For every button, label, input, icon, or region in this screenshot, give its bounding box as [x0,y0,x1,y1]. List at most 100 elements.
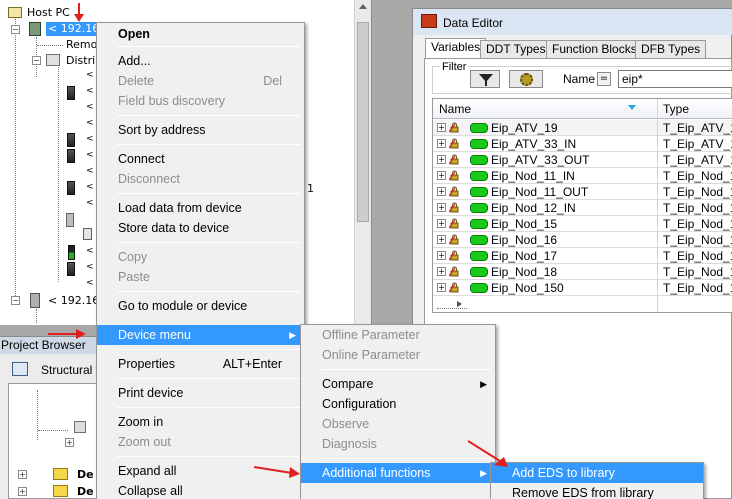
table-row[interactable]: + Eip_ATV_33_IN T_Eip_ATV_1 [433,136,732,152]
device-menu-item-compare[interactable]: Compare ▶ [301,374,495,394]
menu-item-collapse-all[interactable]: Collapse all [97,481,304,499]
expand-row-icon[interactable]: + [437,187,446,196]
expand-row-icon[interactable]: + [437,203,446,212]
additional-item-remove-eds-from-library[interactable]: Remove EDS from library [491,483,703,499]
structural-view-label[interactable]: Structural v [41,363,102,377]
collapse-node-2-icon[interactable]: − [11,296,20,305]
device-menu-item-observe[interactable]: Observe [301,414,495,434]
variable-name[interactable]: Eip_Nod_17 [491,249,557,263]
expand-folder-1-icon[interactable]: + [18,470,27,479]
menu-item-paste[interactable]: Paste [97,267,304,287]
filter-funnel-button[interactable] [470,70,500,88]
variable-name[interactable]: Eip_Nod_12_IN [491,201,576,215]
menu-item-field-bus-discovery[interactable]: Field bus discovery [97,91,304,111]
variable-type[interactable]: T_Eip_Nod_16 [663,233,732,247]
topology-scrollbar[interactable] [354,0,371,325]
table-row[interactable]: + Eip_ATV_33_OUT T_Eip_ATV_1 [433,152,732,168]
menu-item-store-data-to-device[interactable]: Store data to device [97,218,304,238]
plc-node-2-label[interactable]: < 192.16 [48,294,99,308]
expand-row-icon[interactable]: + [437,155,446,164]
expand-row-icon[interactable]: + [437,283,446,292]
table-row[interactable]: + Eip_Nod_16 T_Eip_Nod_16 [433,232,732,248]
variable-type[interactable]: T_Eip_ATV_19 [663,121,732,135]
expand-row-icon[interactable]: + [437,235,446,244]
variable-type[interactable]: T_Eip_Nod_1 [663,169,732,183]
variable-name[interactable]: Eip_Nod_15 [491,217,557,231]
menu-item-print-device[interactable]: Print device [97,383,304,403]
menu-item-delete[interactable]: Delete Del [97,71,304,91]
tab-function-blocks[interactable]: Function Blocks [546,40,643,58]
variable-name[interactable]: Eip_Nod_11_IN [491,169,575,183]
table-row[interactable]: + Eip_ATV_19 T_Eip_ATV_19 [433,120,732,136]
device-menu-item-configuration-label: Configuration [322,397,397,411]
expand-row-icon[interactable]: + [437,171,446,180]
variable-type[interactable]: T_Eip_Nod_18 [663,265,732,279]
menu-item-open[interactable]: Open [97,24,304,44]
device-menu-item-configuration[interactable]: Configuration [301,394,495,414]
menu-item-properties[interactable]: Properties ALT+Enter [97,354,304,374]
menu-item-copy[interactable]: Copy [97,247,304,267]
expand-row-icon[interactable]: + [437,139,446,148]
name-filter-input[interactable]: eip* [618,70,732,88]
menu-item-device-menu[interactable]: Device menu ▶ [97,325,304,345]
menu-item-disconnect[interactable]: Disconnect [97,169,304,189]
variable-type[interactable]: T_Eip_ATV_1 [663,153,732,167]
table-row[interactable]: + Eip_Nod_18 T_Eip_Nod_18 [433,264,732,280]
sort-arrow-icon[interactable] [628,105,636,110]
tab-ddt-types[interactable]: DDT Types [480,40,552,58]
device-menu-item-online-parameter[interactable]: Online Parameter [301,345,495,365]
variable-type[interactable]: T_Eip_Nod_1 [663,185,732,199]
additional-item-add-eds-to-library[interactable]: Add EDS to library [491,463,703,483]
column-name-header[interactable]: Name [439,102,471,116]
expand-row-icon[interactable]: + [437,123,446,132]
folder-1-label[interactable]: De [77,468,94,482]
project-plus-icon[interactable]: + [65,438,74,447]
table-row[interactable]: + Eip_Nod_17 T_Eip_Nod_17 [433,248,732,264]
menu-item-zoom-out[interactable]: Zoom out [97,432,304,452]
variable-name[interactable]: Eip_ATV_19 [491,121,558,135]
variable-type[interactable]: T_Eip_ATV_1 [663,137,732,151]
table-row[interactable]: + Eip_Nod_15 T_Eip_Nod_15 [433,216,732,232]
equals-button[interactable]: = [597,72,611,86]
collapse-node-icon[interactable]: − [11,25,20,34]
remote-node-label[interactable]: Remo [66,38,97,52]
variable-name[interactable]: Eip_ATV_33_IN [491,137,576,151]
table-row[interactable]: + Eip_Nod_11_OUT T_Eip_Nod_1 [433,184,732,200]
variable-type[interactable]: T_Eip_Nod_1 [663,201,732,215]
scroll-thumb[interactable] [357,22,369,222]
expand-row-icon[interactable]: + [437,251,446,260]
table-row[interactable]: + Eip_Nod_12_IN T_Eip_Nod_1 [433,200,732,216]
menu-item-load-data-from-device[interactable]: Load data from device [97,198,304,218]
menu-item-connect[interactable]: Connect [97,149,304,169]
variable-name[interactable]: Eip_Nod_18 [491,265,557,279]
variable-name[interactable]: Eip_ATV_33_OUT [491,153,590,167]
expand-row-icon[interactable]: + [437,219,446,228]
scroll-up-arrow-icon[interactable] [359,4,367,9]
new-row-marker[interactable] [437,299,467,309]
lock-icon [449,138,459,149]
device-menu-item-additional-functions[interactable]: Additional functions ▶ [301,463,495,483]
column-type-header[interactable]: Type [663,102,689,116]
menu-item-add[interactable]: Add... [97,51,304,71]
collapse-distrib-icon[interactable]: − [32,56,41,65]
variable-type[interactable]: T_Eip_Nod_17 [663,249,732,263]
menu-item-zoom-in[interactable]: Zoom in [97,412,304,432]
tab-variables[interactable]: Variables [425,38,487,59]
device-menu-item-offline-parameter[interactable]: Offline Parameter [301,325,495,345]
variable-name[interactable]: Eip_Nod_16 [491,233,557,247]
device-menu-item-diagnosis[interactable]: Diagnosis [301,434,495,454]
expand-folder-2-icon[interactable]: + [18,487,27,496]
variable-name[interactable]: Eip_Nod_150 [491,281,564,295]
menu-item-go-to-module-or-device[interactable]: Go to module or device [97,296,304,316]
variable-type[interactable]: T_Eip_Nod_15 [663,281,732,295]
filter-settings-button[interactable] [509,70,543,88]
variable-name[interactable]: Eip_Nod_11_OUT [491,185,588,199]
tab-dfb-types[interactable]: DFB Types [635,40,707,58]
variable-type[interactable]: T_Eip_Nod_15 [663,217,732,231]
table-row[interactable]: + Eip_Nod_11_IN T_Eip_Nod_1 [433,168,732,184]
menu-item-sort-by-address[interactable]: Sort by address [97,120,304,140]
host-pc-label[interactable]: Host PC [27,6,70,20]
folder-2-label[interactable]: De [77,485,94,499]
table-row[interactable]: + Eip_Nod_150 T_Eip_Nod_15 [433,280,732,296]
expand-row-icon[interactable]: + [437,267,446,276]
